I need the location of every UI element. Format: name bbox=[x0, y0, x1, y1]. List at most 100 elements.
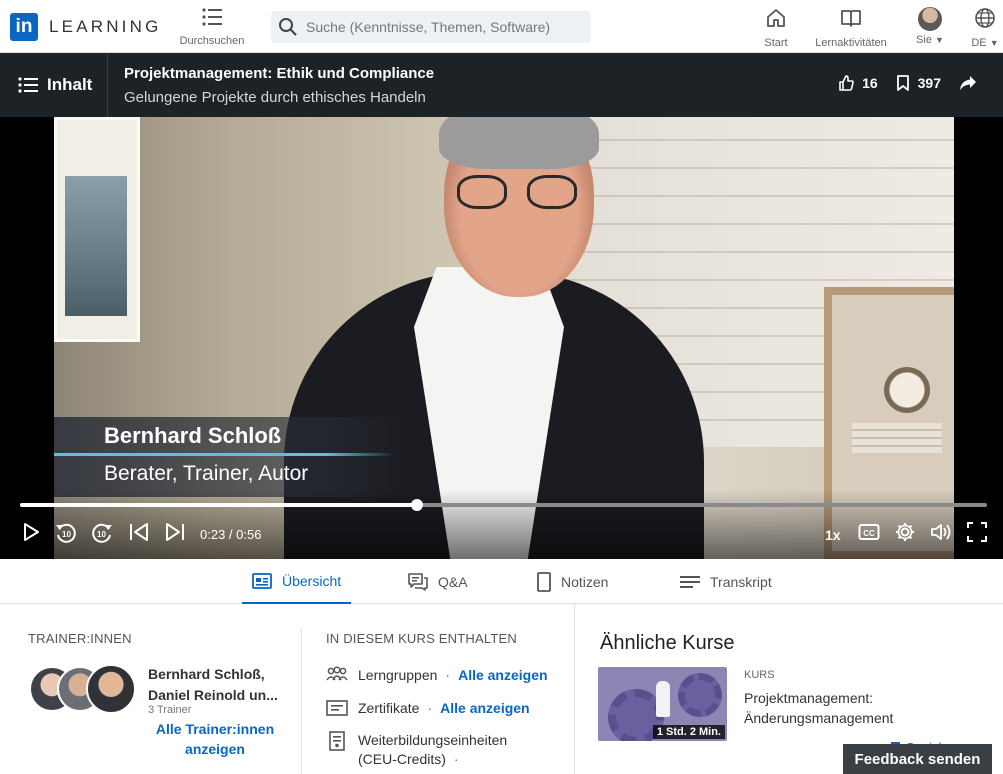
speaker-role: Berater, Trainer, Autor bbox=[104, 462, 309, 485]
ceu-icon bbox=[329, 731, 345, 751]
trainer-count: 3 Trainer bbox=[148, 704, 192, 716]
thumbs-up-icon bbox=[839, 75, 854, 91]
course-header-bar: Inhalt Projektmanagement: Ethik und Comp… bbox=[0, 53, 1003, 117]
list-icon bbox=[202, 8, 222, 26]
linkedin-learning-logo[interactable]: in LEARNING bbox=[10, 13, 162, 41]
qa-icon bbox=[408, 572, 428, 591]
forward-10-icon: 10 bbox=[92, 523, 112, 543]
content-tabs: Übersicht Q&A Notizen Transkript bbox=[0, 559, 1003, 604]
skip-next-icon bbox=[166, 523, 184, 541]
skip-previous-icon bbox=[130, 523, 148, 541]
volume-button[interactable] bbox=[930, 521, 954, 543]
gear-icon bbox=[896, 523, 914, 541]
logo-wordmark: LEARNING bbox=[49, 17, 162, 36]
video-player[interactable]: Bernhard Schloß Berater, Trainer, Autor … bbox=[0, 117, 1003, 559]
save-count: 397 bbox=[917, 75, 941, 91]
closed-captions-icon: CC bbox=[858, 524, 880, 540]
included-heading: IN DIESEM KURS ENTHALTEN bbox=[326, 631, 517, 646]
share-icon bbox=[960, 76, 976, 90]
certificate-icon bbox=[326, 700, 348, 716]
captions-button[interactable]: CC bbox=[858, 521, 880, 543]
speaker-name: Bernhard Schloß bbox=[104, 423, 282, 448]
nav-item-label: Start bbox=[764, 37, 788, 49]
search-icon bbox=[279, 18, 297, 36]
trainer-avatar[interactable] bbox=[86, 664, 136, 714]
groups-icon bbox=[326, 666, 348, 681]
tab-label: Notizen bbox=[561, 573, 609, 590]
tab-label: Transkript bbox=[710, 573, 772, 590]
nav-item-me[interactable]: Sie ▼ bbox=[912, 7, 948, 46]
home-icon bbox=[767, 9, 785, 27]
linkedin-logo-icon: in bbox=[10, 13, 38, 41]
play-icon bbox=[24, 523, 39, 541]
player-controls: 10 10 0:23 / 0:56 1x CC bbox=[0, 517, 1003, 549]
similar-course-title[interactable]: Projektmanagement: Änderungsmanagement bbox=[744, 688, 924, 728]
video-progress-bar[interactable] bbox=[20, 499, 987, 511]
skip-back-button[interactable]: 10 bbox=[54, 521, 78, 545]
tab-label: Übersicht bbox=[282, 572, 342, 589]
book-icon bbox=[841, 10, 861, 27]
next-video-button[interactable] bbox=[164, 521, 186, 543]
included-label: Weiterbildungseinheiten (CEU-Credits) bbox=[358, 732, 508, 767]
notes-icon bbox=[537, 571, 551, 592]
rewind-10-icon: 10 bbox=[56, 523, 76, 543]
overview-icon bbox=[252, 572, 272, 589]
bookmark-icon bbox=[896, 75, 909, 91]
chevron-down-icon: ▼ bbox=[989, 38, 999, 48]
chevron-down-icon: ▼ bbox=[935, 35, 944, 45]
trainers-heading: TRAINER:INNEN bbox=[28, 631, 132, 646]
search-input[interactable] bbox=[306, 19, 566, 35]
tab-notes[interactable]: Notizen bbox=[537, 559, 608, 604]
tab-overview[interactable]: Übersicht bbox=[242, 559, 352, 604]
like-button[interactable]: 16 bbox=[838, 75, 878, 91]
share-button[interactable] bbox=[959, 75, 977, 91]
nav-item-learning-activities[interactable]: Lernaktivitäten bbox=[811, 7, 891, 49]
avatar bbox=[918, 7, 942, 31]
all-trainers-link[interactable]: Alle Trainer:innen anzeigen bbox=[150, 719, 280, 759]
globe-icon bbox=[975, 8, 995, 28]
like-count: 16 bbox=[862, 75, 878, 91]
groups-show-all-link[interactable]: Alle anzeigen bbox=[458, 667, 547, 683]
tab-qa[interactable]: Q&A bbox=[408, 559, 468, 604]
save-course-button[interactable]: 397 bbox=[896, 75, 941, 91]
progress-fill bbox=[20, 503, 418, 507]
course-title[interactable]: Projektmanagement: Ethik und Compliance bbox=[124, 65, 434, 82]
search-box bbox=[271, 11, 591, 43]
nav-item-label: DE ▼ bbox=[971, 37, 999, 49]
time-display: 0:23 / 0:56 bbox=[200, 527, 262, 542]
feedback-button[interactable]: Feedback senden bbox=[843, 744, 992, 774]
svg-text:10: 10 bbox=[97, 530, 106, 539]
transcript-icon bbox=[680, 575, 700, 588]
skip-forward-button[interactable]: 10 bbox=[90, 521, 114, 545]
contents-label: Inhalt bbox=[47, 75, 93, 94]
play-button[interactable] bbox=[20, 521, 42, 543]
similar-course-thumbnail[interactable]: 1 Std. 2 Min. bbox=[598, 667, 727, 741]
nav-item-label: Lernaktivitäten bbox=[815, 37, 887, 49]
included-item-groups: Lerngruppen · Alle anzeigen bbox=[326, 666, 548, 685]
trainer-names[interactable]: Bernhard Schloß, Daniel Reinold un... bbox=[148, 664, 283, 706]
course-duration: 1 Std. 2 Min. bbox=[652, 725, 725, 739]
top-navigation: in LEARNING Durchsuchen Start Lernaktivi… bbox=[0, 0, 1003, 53]
included-item-certificates: Zertifikate · Alle anzeigen bbox=[326, 699, 530, 718]
nav-item-label: Sie ▼ bbox=[916, 34, 944, 46]
similar-courses-heading: Ähnliche Kurse bbox=[600, 632, 735, 654]
included-label: Zertifikate bbox=[358, 700, 420, 716]
playback-speed-button[interactable]: 1x bbox=[825, 527, 841, 543]
browse-label: Durchsuchen bbox=[179, 35, 245, 47]
tab-transcript[interactable]: Transkript bbox=[680, 559, 772, 604]
tab-label: Q&A bbox=[438, 573, 468, 590]
contents-toggle-button[interactable]: Inhalt bbox=[0, 53, 108, 117]
certificates-show-all-link[interactable]: Alle anzeigen bbox=[440, 700, 529, 716]
previous-video-button[interactable] bbox=[128, 521, 150, 543]
browse-button[interactable]: Durchsuchen bbox=[174, 7, 250, 47]
fullscreen-button[interactable] bbox=[966, 521, 988, 543]
included-label: Lerngruppen bbox=[358, 667, 438, 683]
fullscreen-icon bbox=[967, 522, 987, 542]
list-icon bbox=[18, 77, 38, 93]
svg-text:CC: CC bbox=[863, 529, 875, 538]
nav-item-start[interactable]: Start bbox=[758, 7, 794, 49]
settings-button[interactable] bbox=[894, 521, 916, 543]
course-type-label: KURS bbox=[744, 669, 775, 681]
nav-item-language[interactable]: DE ▼ bbox=[968, 7, 1002, 49]
video-title: Gelungene Projekte durch ethisches Hande… bbox=[124, 89, 426, 106]
